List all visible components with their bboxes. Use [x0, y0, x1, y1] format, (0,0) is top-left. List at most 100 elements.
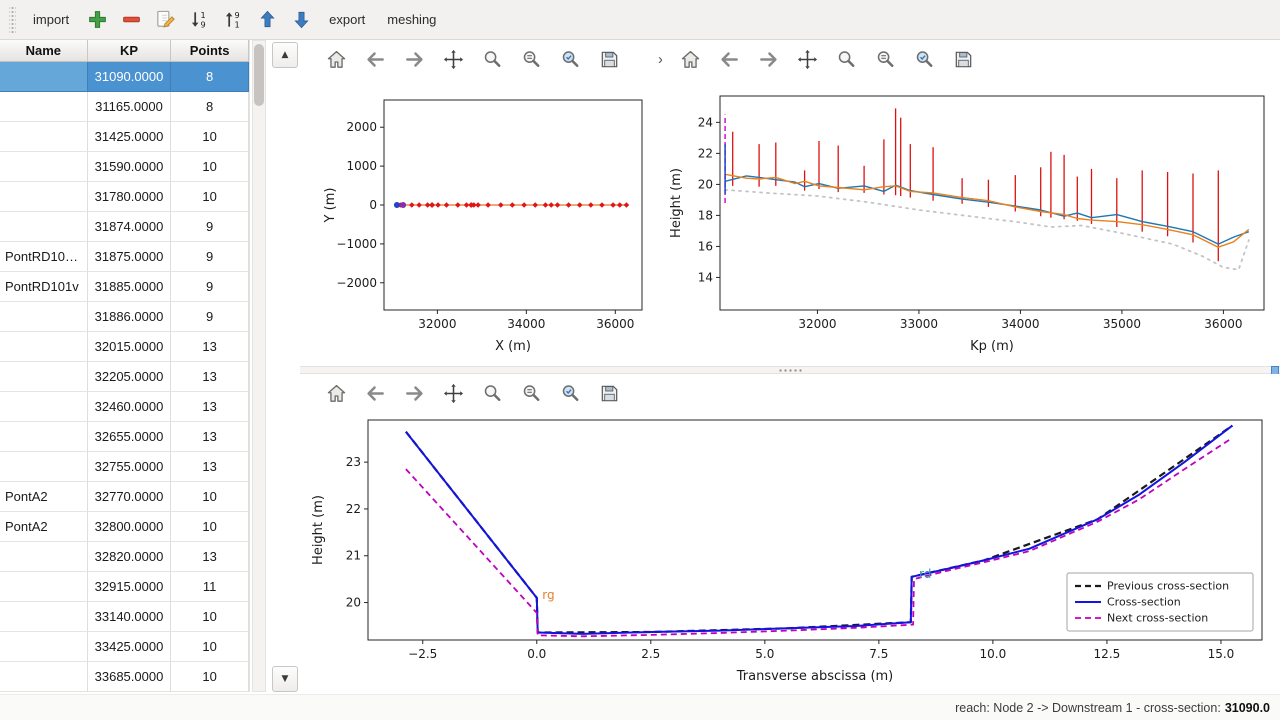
- save-figure-button[interactable]: [947, 43, 979, 75]
- points-cell[interactable]: 9: [171, 242, 249, 272]
- kp-cell[interactable]: 32820.0000: [88, 542, 172, 572]
- meshing-button[interactable]: meshing: [377, 6, 446, 33]
- table-row[interactable]: 31090.00008: [0, 62, 249, 92]
- configure-subplots-button[interactable]: [515, 43, 547, 75]
- sort-ascending-button[interactable]: 91: [217, 4, 249, 36]
- name-cell[interactable]: PontRD10…: [0, 242, 88, 272]
- kp-cell[interactable]: 31425.0000: [88, 122, 172, 152]
- table-row[interactable]: 32755.000013: [0, 452, 249, 482]
- export-button[interactable]: export: [319, 6, 375, 33]
- edit-axis-button[interactable]: [908, 43, 940, 75]
- points-cell[interactable]: 13: [171, 422, 249, 452]
- table-row[interactable]: 32655.000013: [0, 422, 249, 452]
- points-cell[interactable]: 13: [171, 452, 249, 482]
- save-figure-button[interactable]: [593, 43, 625, 75]
- zoom-button[interactable]: [476, 377, 508, 409]
- move-up-button[interactable]: [251, 4, 283, 36]
- points-cell[interactable]: 10: [171, 632, 249, 662]
- name-cell[interactable]: PontA2: [0, 512, 88, 542]
- horizontal-splitter[interactable]: [300, 366, 1280, 374]
- table-row[interactable]: PontA232770.000010: [0, 482, 249, 512]
- zoom-button[interactable]: [830, 43, 862, 75]
- back-button[interactable]: [359, 377, 391, 409]
- points-cell[interactable]: 13: [171, 392, 249, 422]
- points-cell[interactable]: 9: [171, 272, 249, 302]
- name-cell[interactable]: [0, 152, 88, 182]
- kp-cell[interactable]: 31885.0000: [88, 272, 172, 302]
- forward-button[interactable]: [398, 377, 430, 409]
- name-cell[interactable]: [0, 542, 88, 572]
- table-row[interactable]: 31886.00009: [0, 302, 249, 332]
- points-cell[interactable]: 9: [171, 212, 249, 242]
- points-cell[interactable]: 10: [171, 182, 249, 212]
- column-header-kp[interactable]: KP: [88, 40, 172, 61]
- edit-cross-section-button[interactable]: [149, 4, 181, 36]
- table-scrollbar-thumb[interactable]: [254, 44, 264, 106]
- configure-subplots-button[interactable]: [515, 377, 547, 409]
- pan-button[interactable]: [437, 43, 469, 75]
- points-cell[interactable]: 10: [171, 482, 249, 512]
- table-row[interactable]: 31780.000010: [0, 182, 249, 212]
- table-row[interactable]: 33140.000010: [0, 602, 249, 632]
- points-cell[interactable]: 10: [171, 512, 249, 542]
- points-cell[interactable]: 10: [171, 152, 249, 182]
- name-cell[interactable]: [0, 602, 88, 632]
- edit-axis-button[interactable]: [554, 377, 586, 409]
- points-cell[interactable]: 11: [171, 572, 249, 602]
- kp-cell[interactable]: 33140.0000: [88, 602, 172, 632]
- table-row[interactable]: PontRD10…31875.00009: [0, 242, 249, 272]
- column-header-name[interactable]: Name: [0, 40, 88, 61]
- points-cell[interactable]: 13: [171, 542, 249, 572]
- name-cell[interactable]: [0, 62, 88, 92]
- back-button[interactable]: [359, 43, 391, 75]
- points-cell[interactable]: 9: [171, 302, 249, 332]
- kp-cell[interactable]: 32015.0000: [88, 332, 172, 362]
- kp-cell[interactable]: 32655.0000: [88, 422, 172, 452]
- home-button[interactable]: [320, 377, 352, 409]
- table-row[interactable]: 32205.000013: [0, 362, 249, 392]
- table-row[interactable]: 31165.00008: [0, 92, 249, 122]
- table-row[interactable]: 33425.000010: [0, 632, 249, 662]
- kp-cell[interactable]: 32205.0000: [88, 362, 172, 392]
- longitudinal-profile-chart[interactable]: 3200033000340003500036000141618202224Kp …: [662, 78, 1278, 371]
- name-cell[interactable]: PontA2: [0, 482, 88, 512]
- points-cell[interactable]: 8: [171, 92, 249, 122]
- back-button[interactable]: [713, 43, 745, 75]
- kp-cell[interactable]: 31886.0000: [88, 302, 172, 332]
- add-cross-section-button[interactable]: [81, 4, 113, 36]
- name-cell[interactable]: PontRD101v: [0, 272, 88, 302]
- table-row[interactable]: 31874.00009: [0, 212, 249, 242]
- kp-cell[interactable]: 31165.0000: [88, 92, 172, 122]
- points-cell[interactable]: 13: [171, 332, 249, 362]
- table-row[interactable]: 32460.000013: [0, 392, 249, 422]
- kp-cell[interactable]: 31875.0000: [88, 242, 172, 272]
- move-down-button[interactable]: [285, 4, 317, 36]
- table-scrollbar[interactable]: [252, 40, 266, 692]
- name-cell[interactable]: [0, 662, 88, 692]
- forward-button[interactable]: [398, 43, 430, 75]
- column-header-points[interactable]: Points: [171, 40, 249, 61]
- kp-cell[interactable]: 31874.0000: [88, 212, 172, 242]
- scroll-up-button[interactable]: ▲: [272, 42, 298, 68]
- cross-section-chart[interactable]: −2.50.02.55.07.510.012.515.020212223Tran…: [300, 408, 1278, 699]
- name-cell[interactable]: [0, 332, 88, 362]
- import-button[interactable]: import: [23, 6, 79, 33]
- kp-cell[interactable]: 33425.0000: [88, 632, 172, 662]
- table-row[interactable]: PontRD101v31885.00009: [0, 272, 249, 302]
- points-cell[interactable]: 10: [171, 602, 249, 632]
- zoom-button[interactable]: [476, 43, 508, 75]
- table-row[interactable]: 31590.000010: [0, 152, 249, 182]
- home-button[interactable]: [320, 43, 352, 75]
- table-row[interactable]: 33685.000010: [0, 662, 249, 692]
- name-cell[interactable]: [0, 92, 88, 122]
- forward-button[interactable]: [752, 43, 784, 75]
- name-cell[interactable]: [0, 182, 88, 212]
- table-row[interactable]: 31425.000010: [0, 122, 249, 152]
- kp-cell[interactable]: 31090.0000: [88, 62, 172, 92]
- table-row[interactable]: 32015.000013: [0, 332, 249, 362]
- edit-axis-button[interactable]: [554, 43, 586, 75]
- scroll-down-button[interactable]: ▼: [272, 666, 298, 692]
- kp-cell[interactable]: 32460.0000: [88, 392, 172, 422]
- name-cell[interactable]: [0, 572, 88, 602]
- name-cell[interactable]: [0, 122, 88, 152]
